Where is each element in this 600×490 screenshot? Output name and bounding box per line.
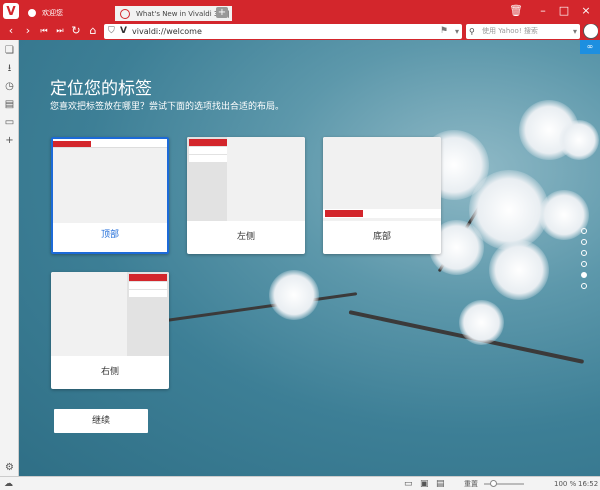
step-dot[interactable]	[581, 261, 587, 267]
blossom-decoration	[489, 240, 549, 300]
bookmarks-panel-icon[interactable]: ❏	[3, 44, 16, 57]
layout-preview	[51, 272, 169, 356]
maximize-button[interactable]: □	[556, 3, 572, 19]
notes-panel-icon[interactable]: ▤	[3, 98, 16, 111]
side-panel: ❏ ⭳ ◷ ▤ ▭ + ⚙	[0, 40, 19, 476]
tab-position-left-option[interactable]: 左侧	[187, 137, 305, 254]
welcome-page: ∞ 定位您的标签 您喜欢把标签放在哪里？尝试下面的选项找出合适的布局。 顶部 左…	[19, 40, 600, 476]
tab-strip-preview	[189, 139, 227, 146]
option-label: 右侧	[100, 367, 119, 377]
vivaldi-menu-icon[interactable]: V	[3, 3, 19, 19]
page-subtitle: 您喜欢把标签放在哪里？尝试下面的选项找出合适的布局。	[50, 102, 285, 112]
continue-button[interactable]: 继续	[54, 409, 148, 433]
watermark-icon: ∞	[580, 40, 600, 54]
highlight-frame	[113, 4, 235, 23]
clock: 16:52	[578, 480, 599, 488]
trash-icon[interactable]: 🗑	[508, 3, 524, 19]
step-dot-current[interactable]	[581, 272, 587, 278]
tiling-icon[interactable]: ▤	[436, 478, 445, 490]
step-dot[interactable]	[581, 283, 587, 289]
window-panel-icon[interactable]: ▭	[3, 116, 16, 129]
tab-strip-preview	[129, 274, 167, 281]
settings-gear-icon[interactable]: ⚙	[3, 461, 16, 474]
close-button[interactable]: ×	[578, 3, 594, 19]
tab-label: 欢迎您	[42, 9, 63, 17]
vivaldi-favicon-icon	[28, 9, 36, 17]
layout-preview	[323, 137, 441, 221]
tab-strip-preview	[325, 210, 363, 217]
layout-preview	[53, 139, 167, 223]
step-dot[interactable]	[581, 228, 587, 234]
option-label: 底部	[372, 232, 391, 242]
blossom-decoration	[559, 120, 599, 160]
blossom-decoration	[459, 300, 504, 345]
add-panel-icon[interactable]: +	[3, 134, 16, 147]
branch-decoration	[158, 292, 358, 323]
option-label: 左侧	[236, 232, 255, 242]
tab-position-top-option[interactable]: 顶部	[51, 137, 169, 254]
tab-welcome[interactable]: 欢迎您	[20, 4, 110, 22]
highlight-frame	[0, 22, 600, 41]
step-dot[interactable]	[581, 250, 587, 256]
images-icon[interactable]: ▣	[420, 478, 429, 490]
status-bar: ☁ ▭ ▣ ▤ 重置 100 % 16:52	[0, 476, 600, 490]
option-label: 顶部	[100, 230, 119, 240]
tab-bar: V 欢迎您 What's New in Vivaldi 3.4 | + 🗑 – …	[0, 0, 600, 22]
page-actions-icon[interactable]: ▭	[404, 478, 413, 490]
history-panel-icon[interactable]: ◷	[3, 80, 16, 93]
minimize-button[interactable]: –	[535, 3, 551, 19]
tab-position-right-option[interactable]: 右侧	[51, 272, 169, 389]
zoom-reset-button[interactable]: 重置	[464, 478, 478, 490]
layout-preview	[187, 137, 305, 221]
tab-position-bottom-option[interactable]: 底部	[323, 137, 441, 254]
sync-cloud-icon[interactable]: ☁	[4, 478, 13, 490]
step-dot[interactable]	[581, 239, 587, 245]
page-title: 定位您的标签	[50, 79, 152, 99]
downloads-panel-icon[interactable]: ⭳	[3, 62, 16, 75]
zoom-slider-handle[interactable]	[490, 480, 497, 487]
blossom-decoration	[269, 270, 319, 320]
zoom-level: 100 %	[554, 480, 577, 488]
